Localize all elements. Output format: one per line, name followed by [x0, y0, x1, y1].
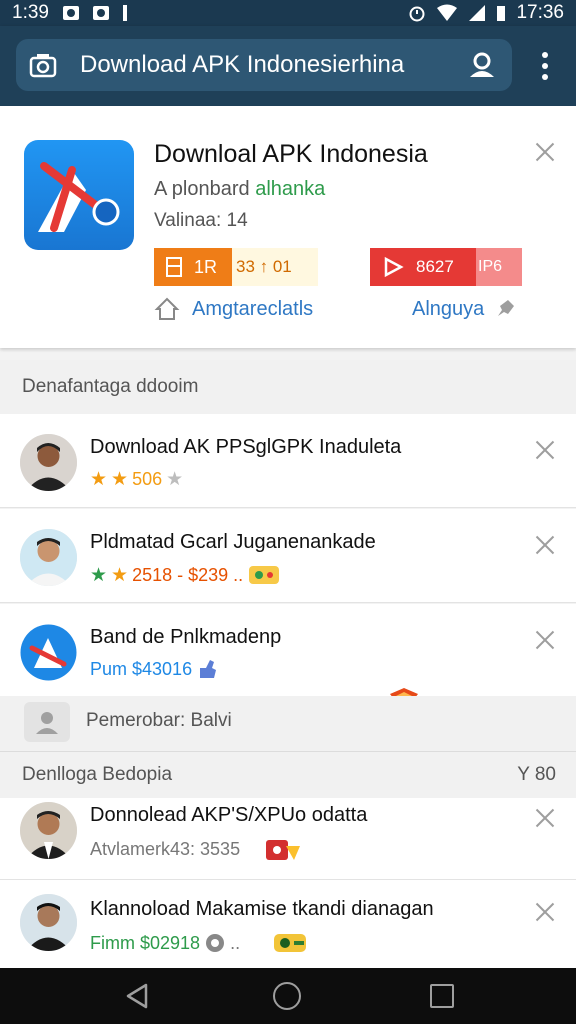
list-item[interactable]: Pldmatad Gcarl Juganenankade ★ ★ 2518 - …	[0, 509, 576, 603]
subtitle-highlight: alhanka	[255, 178, 326, 200]
list-item-meta: Atvlamerk43: 3535	[90, 836, 304, 862]
badge-orange-right: 33 ↑ 01	[232, 248, 318, 286]
dismiss-icon[interactable]	[533, 628, 557, 652]
app-logo-icon	[24, 140, 134, 250]
file-icon	[166, 257, 182, 277]
game-controller-icon	[274, 934, 307, 952]
dismiss-icon[interactable]	[533, 533, 557, 557]
list-item-meta: ★ ★ 506 ★	[90, 468, 183, 491]
close-featured-icon[interactable]	[533, 140, 557, 164]
notification-icon-2	[92, 6, 109, 20]
featured-app-subtitle: A plonbard alhanka	[154, 178, 325, 201]
back-icon[interactable]	[124, 982, 150, 1010]
system-navigation-bar	[0, 968, 576, 1024]
list-item[interactable]: Klannoload Makamise tkandi dianagan Fimm…	[0, 880, 576, 968]
pin-icon	[498, 300, 515, 316]
home-icon[interactable]	[273, 982, 301, 1010]
subtitle-prefix: A plonbard	[154, 178, 250, 200]
list-item-title: Pldmatad Gcarl Juganenankade	[90, 531, 376, 553]
avatar	[20, 529, 77, 586]
avatar	[20, 434, 77, 491]
user-placeholder-icon	[24, 702, 70, 742]
list-item-meta-text: 2518 - $239 ..	[132, 564, 244, 585]
star-empty-icon: ★	[166, 469, 184, 490]
list-item-title: Donnolead AKP'S/XPUo odatta	[90, 804, 368, 826]
featured-app-version: Valinaa: 14	[154, 210, 248, 231]
dismiss-icon[interactable]	[533, 900, 557, 924]
camera-icon[interactable]	[28, 50, 58, 80]
notification-icon	[62, 6, 79, 20]
address-bar[interactable]: Download APK Indonesierhina	[16, 39, 512, 91]
list-item[interactable]: Donnolead AKP'S/XPUo odatta Atvlamerk43:…	[0, 798, 576, 880]
app-avatar-icon	[20, 624, 77, 681]
status-time-right: 17:36	[516, 2, 564, 23]
section-header-1: Denafantaga ddooim	[0, 360, 576, 414]
dismiss-icon[interactable]	[533, 806, 557, 830]
overflow-menu-icon[interactable]	[530, 48, 560, 84]
profile-search-row[interactable]: Pemerobar: Balvi	[0, 696, 576, 752]
signal-icon	[469, 5, 486, 21]
gift-icon	[266, 840, 301, 860]
star-icon: ★	[111, 469, 129, 490]
star-icon: ★	[111, 564, 129, 586]
download-count-badge[interactable]: 1R 33 ↑ 01	[154, 248, 318, 286]
section-header-2: Denlloga Bedopia Y 80	[0, 752, 576, 798]
play-badge[interactable]: 8627 IP6	[370, 248, 522, 286]
battery-icon	[497, 6, 506, 21]
notification-icon-3	[122, 5, 127, 21]
share-link-label: Alnguya	[412, 297, 485, 320]
status-bar: 1:39 17:36	[0, 0, 576, 26]
star-icon: ★	[90, 564, 108, 586]
list-item-meta: ★ ★ 2518 - $239 ..	[90, 563, 281, 587]
account-icon[interactable]	[466, 49, 498, 81]
address-bar-title: Download APK Indonesierhina	[80, 51, 405, 78]
list-item[interactable]: Download AK PPSglGPK Inaduleta ★ ★ 506 ★	[0, 414, 576, 508]
dismiss-icon[interactable]	[533, 438, 557, 462]
play-icon	[384, 256, 404, 278]
details-link[interactable]: Amgtareclatls	[154, 296, 313, 322]
list-item[interactable]: Band de Pnlkmadenp Pum $43016	[0, 604, 576, 698]
star-icon: ★	[90, 469, 108, 490]
badge-red-right: IP6	[476, 248, 522, 286]
recent-apps-icon[interactable]	[430, 984, 454, 1008]
list-item-title: Download AK PPSglGPK Inaduleta	[90, 436, 402, 458]
list-item-meta: Fimm $02918 ..	[90, 930, 308, 956]
featured-app-title[interactable]: Downloal APK Indonesia	[154, 140, 428, 169]
status-time-left: 1:39	[12, 2, 49, 23]
avatar	[20, 802, 77, 859]
profile-search-label: Pemerobar: Balvi	[86, 710, 232, 731]
list-item-meta: Pum $43016	[90, 658, 218, 680]
details-link-label: Amgtareclatls	[192, 297, 314, 320]
section-1-label: Denafantaga ddooim	[22, 376, 199, 397]
section-2-label: Denlloga Bedopia	[22, 764, 173, 785]
game-icon	[249, 566, 280, 584]
home-outline-icon	[154, 297, 180, 320]
list-item-meta-text: 506	[132, 469, 163, 489]
thumbs-up-icon	[200, 660, 217, 678]
list-item-title: Band de Pnlkmadenp	[90, 626, 282, 648]
alarm-icon	[409, 6, 425, 22]
top-app-bar: Download APK Indonesierhina	[0, 26, 576, 106]
list-item-title: Klannoload Makamise tkandi dianagan	[90, 898, 434, 920]
section-2-filter[interactable]: Y 80	[517, 764, 556, 786]
list-item-meta-text: Fimm $02918	[90, 932, 201, 953]
list-item-meta-text: Pum $43016	[90, 658, 193, 679]
clock-icon	[206, 934, 225, 952]
share-link[interactable]: Alnguya	[412, 296, 518, 322]
featured-app-card[interactable]: Downloal APK Indonesia A plonbard alhank…	[0, 106, 576, 348]
wifi-icon	[437, 4, 458, 21]
avatar	[20, 894, 77, 951]
list-item-meta-text: Atvlamerk43: 3535	[90, 838, 241, 859]
badge-orange-left: 1R	[194, 256, 218, 277]
badge-red-left: 8627	[416, 257, 454, 276]
